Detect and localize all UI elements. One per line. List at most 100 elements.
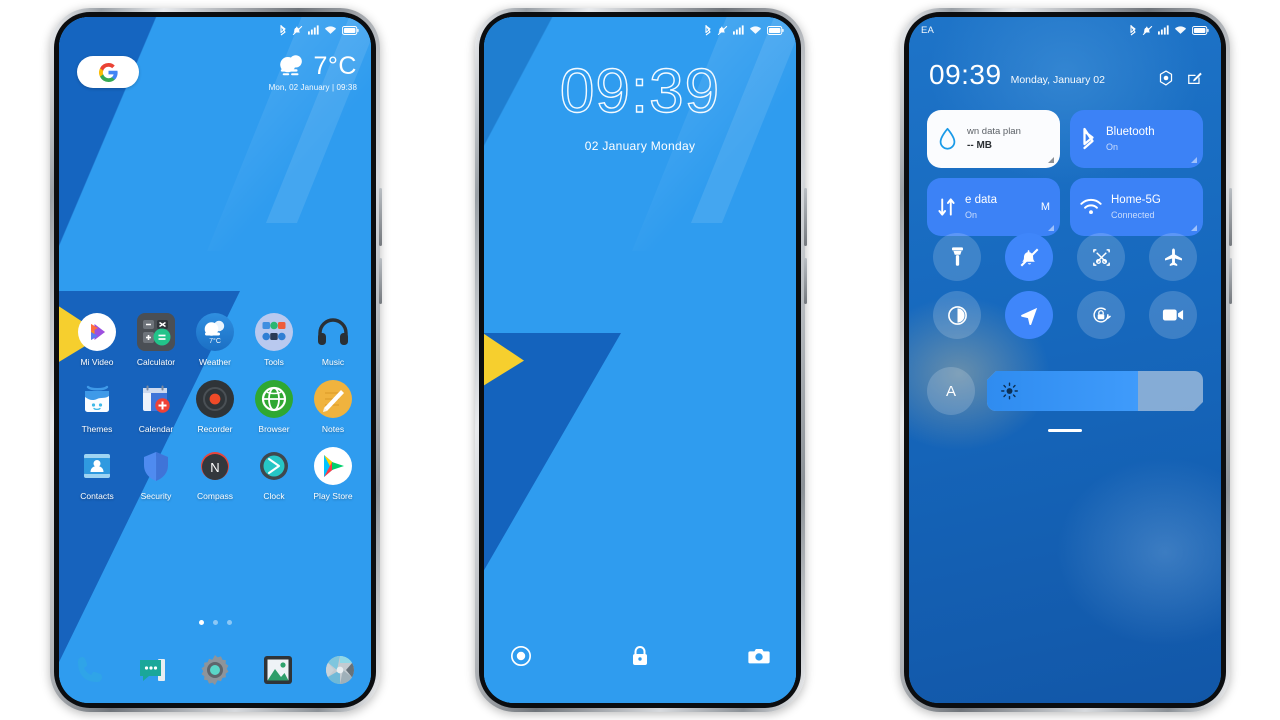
app-tools-folder[interactable]: Tools <box>246 313 302 367</box>
volume-button[interactable] <box>804 188 807 246</box>
shield-icon <box>137 447 175 485</box>
volume-button[interactable] <box>1229 188 1232 246</box>
wifi-icon <box>749 26 762 34</box>
dnd-icon <box>1142 25 1153 35</box>
tile-bluetooth[interactable]: Bluetooth On <box>1070 110 1203 168</box>
dark-mode-toggle[interactable] <box>933 291 981 339</box>
app-mi-video[interactable]: Mi Video <box>69 313 125 367</box>
app-browser[interactable]: Browser <box>246 380 302 434</box>
screenrecord-toggle[interactable] <box>1149 291 1197 339</box>
app-security[interactable]: Security <box>128 447 184 501</box>
app-label: Notes <box>321 424 345 434</box>
pencil-note-icon <box>314 380 352 418</box>
google-search-widget[interactable] <box>77 56 139 88</box>
battery-icon <box>1192 25 1209 35</box>
power-button[interactable] <box>804 258 807 304</box>
airplane-toggle[interactable] <box>1149 233 1197 281</box>
camera-icon <box>748 649 770 664</box>
dnd-icon <box>292 25 303 35</box>
bluetooth-icon <box>280 24 286 35</box>
app-themes[interactable]: Themes <box>69 380 125 434</box>
app-clock[interactable]: Clock <box>246 447 302 501</box>
tile-title: e data <box>965 194 997 207</box>
app-label: Weather <box>199 357 231 367</box>
location-toggle[interactable] <box>1005 291 1053 339</box>
status-icons <box>1129 24 1209 36</box>
gear-icon[interactable] <box>196 651 234 689</box>
brightness-slider[interactable] <box>987 371 1203 411</box>
phone-home-screen: 7°C Mon, 02 January | 09:38 Mi Video Cal… <box>50 8 382 712</box>
flashlight-toggle[interactable] <box>933 233 981 281</box>
paint-bucket-icon <box>78 380 116 418</box>
lock-shortcuts <box>484 645 796 672</box>
app-row: Contacts Security N Compass Clock Play S… <box>69 447 361 501</box>
camera-shortcut[interactable] <box>748 646 770 671</box>
power-button[interactable] <box>379 258 382 304</box>
phone-icon[interactable] <box>71 651 109 689</box>
water-drop-icon <box>939 127 956 150</box>
app-row: Mi Video Calculator 7°C Weather Tools Mu… <box>69 313 361 367</box>
app-label: Compass <box>197 491 233 501</box>
location-arrow-icon <box>1020 307 1037 325</box>
drag-handle[interactable] <box>1048 429 1082 432</box>
mi-video-icon <box>78 313 116 351</box>
carrier-label: EA <box>921 24 935 36</box>
flashlight-shortcut[interactable] <box>510 645 532 672</box>
app-label: Themes <box>81 424 113 434</box>
recorder-icon <box>196 380 234 418</box>
autorotate-toggle[interactable] <box>1077 291 1125 339</box>
tile-expand-corner[interactable] <box>1048 225 1054 231</box>
google-g-icon <box>98 62 118 82</box>
app-play-store[interactable]: Play Store <box>305 447 361 501</box>
app-recorder[interactable]: Recorder <box>187 380 243 434</box>
auto-brightness-button[interactable]: A <box>927 367 975 415</box>
tile-mobile-data[interactable]: e data On M <box>927 178 1060 236</box>
gallery-icon[interactable] <box>259 651 297 689</box>
wifi-icon <box>1080 198 1102 215</box>
page-dot-3[interactable] <box>226 620 232 625</box>
app-weather[interactable]: 7°C Weather <box>187 313 243 367</box>
app-label: Recorder <box>197 424 233 434</box>
tile-expand-corner[interactable] <box>1191 225 1197 231</box>
svg-text:N: N <box>210 460 219 475</box>
app-notes[interactable]: Notes <box>305 380 361 434</box>
weather-temperature: 7°C <box>313 51 357 80</box>
status-icons <box>704 24 784 36</box>
contacts-icon <box>78 447 116 485</box>
settings-gear-icon[interactable] <box>1158 70 1174 86</box>
message-icon[interactable] <box>134 651 172 689</box>
tile-wifi[interactable]: Home-5G Connected <box>1070 178 1203 236</box>
page-dot-1[interactable] <box>198 620 204 625</box>
page-dot-2[interactable] <box>212 620 218 625</box>
app-calendar[interactable]: Calendar <box>128 380 184 434</box>
home-screen: 7°C Mon, 02 January | 09:38 Mi Video Cal… <box>59 17 371 703</box>
lock-indicator[interactable] <box>631 645 649 672</box>
edit-toggles-icon[interactable] <box>1187 70 1203 86</box>
weather-widget[interactable]: 7°C Mon, 02 January | 09:38 <box>269 53 357 92</box>
volume-button[interactable] <box>379 188 382 246</box>
tile-title: Bluetooth <box>1106 126 1155 139</box>
app-calculator[interactable]: Calculator <box>128 313 184 367</box>
power-button[interactable] <box>1229 258 1232 304</box>
tile-expand-corner[interactable] <box>1048 157 1054 163</box>
screenshot-toggle[interactable] <box>1077 233 1125 281</box>
lock-clock: 09:39 <box>559 57 721 126</box>
tile-sub: On <box>965 209 978 220</box>
tile-expand-corner[interactable] <box>1191 157 1197 163</box>
battery-icon <box>342 25 359 35</box>
app-compass[interactable]: N Compass <box>187 447 243 501</box>
calculator-icon <box>137 313 175 351</box>
cc-date: Monday, January 02 <box>1010 74 1105 86</box>
silent-toggle[interactable] <box>1005 233 1053 281</box>
camera-aperture-icon[interactable] <box>321 651 359 689</box>
cc-header-actions <box>1158 70 1203 89</box>
app-contacts[interactable]: Contacts <box>69 447 125 501</box>
tile-title: wn data plan <box>967 125 1021 137</box>
tile-sub: Connected <box>1111 209 1155 220</box>
app-music[interactable]: Music <box>305 313 361 367</box>
status-bar <box>484 17 796 43</box>
status-icons <box>279 24 359 36</box>
bluetooth-icon <box>1130 24 1136 35</box>
bluetooth-icon <box>705 24 711 35</box>
tile-data-plan[interactable]: wn data plan -- MB <box>927 110 1060 168</box>
